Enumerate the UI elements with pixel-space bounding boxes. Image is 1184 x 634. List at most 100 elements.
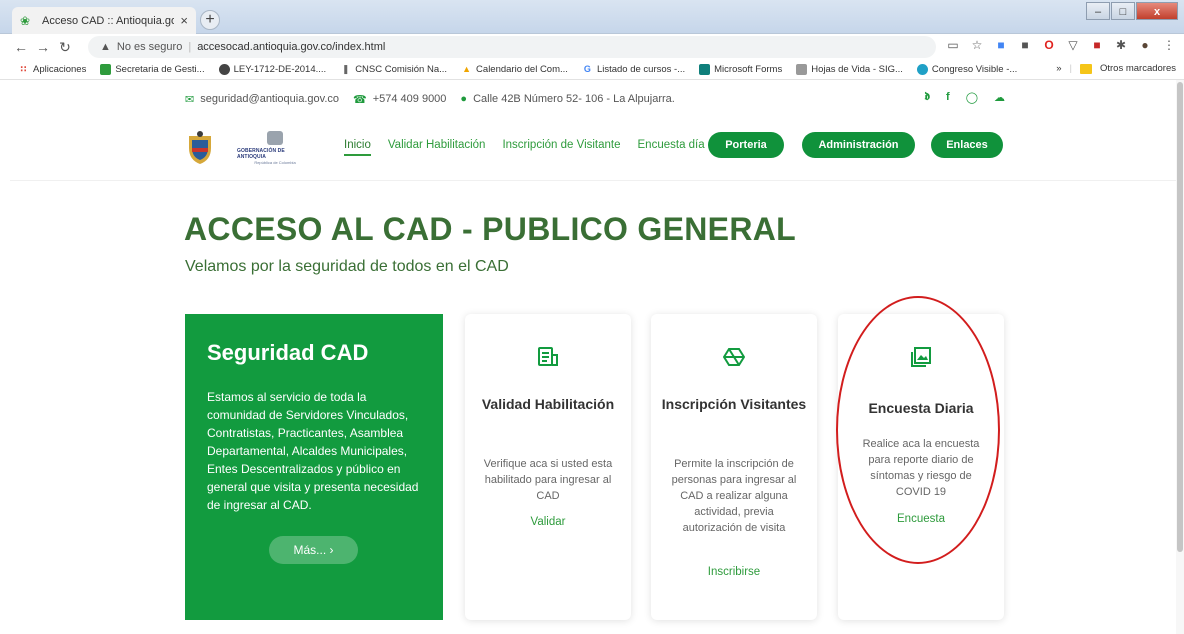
bookmark-label: Microsoft Forms	[714, 64, 783, 75]
mas-button[interactable]: Más... ›	[269, 536, 358, 564]
logo-line1: GOBERNACIÓN DE ANTIOQUIA	[237, 148, 285, 160]
maximize-button[interactable]: □	[1111, 2, 1135, 20]
bookmark-item[interactable]: Hojas de Vida - SIG...	[796, 64, 903, 75]
card-description: Realice aca la encuesta para reporte dia…	[862, 438, 980, 498]
bookmark-item[interactable]: Microsoft Forms	[699, 64, 782, 75]
bookmark-item[interactable]: Congreso Visible -...	[916, 64, 1018, 75]
enlaces-button[interactable]: Enlaces	[931, 132, 1003, 158]
bookmark-label: LEY-1712-DE-2014....	[233, 64, 327, 75]
warning-icon: ▲	[100, 41, 111, 53]
tab-title: Acceso CAD :: Antioquia.gov.co	[42, 14, 175, 27]
nav-validar-habilitacion[interactable]: Validar Habilitación	[388, 139, 486, 156]
envelope-icon: ✉	[185, 93, 195, 106]
gobernacion-antioquia-logo[interactable]: GOBERNACIÓN DE ANTIOQUIA República de Co…	[237, 130, 313, 166]
security-label: No es seguro	[116, 41, 183, 53]
card-title: Inscripción Visitantes	[661, 396, 807, 412]
soundcloud-icon[interactable]: ☁	[994, 91, 1005, 104]
reader-extension-icon[interactable]: ■	[1018, 38, 1032, 52]
map-pin-icon: ●	[460, 93, 468, 105]
header-divider	[10, 180, 1176, 181]
pocket-extension-icon[interactable]: ▽	[1066, 38, 1080, 52]
main-nav: Inicio Validar Habilitación Inscripción …	[344, 139, 722, 156]
encuesta-link[interactable]: Encuesta	[838, 513, 1004, 525]
bookmarks-bar: ∷ Aplicaciones Secretaria de Gesti... LE…	[0, 60, 1184, 80]
nav-encuesta-dia[interactable]: Encuesta día	[638, 139, 705, 156]
contact-email[interactable]: ✉ seguridad@antioquia.gov.co	[185, 93, 339, 106]
bookmark-label: Aplicaciones	[33, 64, 87, 75]
bookmark-star-icon[interactable]: ☆	[970, 38, 984, 52]
bookmark-label: Calendario del Com...	[476, 64, 568, 75]
nav-inscripcion-visitante[interactable]: Inscripción de Visitante	[502, 139, 620, 156]
bookmark-label: CNSC Comisión Na...	[355, 64, 448, 75]
forward-arrow-icon[interactable]: →	[32, 39, 54, 55]
extension-icons: ▭ ☆ ■ ■ O ▽ ■ ✱ ● ⋮	[946, 38, 1176, 52]
close-window-button[interactable]: x	[1136, 2, 1178, 20]
bookmark-item[interactable]: ▲ Calendario del Com...	[461, 64, 568, 75]
contact-phone: ☎ +574 409 9000	[353, 93, 446, 106]
apps-grid-icon: ∷	[20, 64, 27, 74]
address-separator: |	[188, 41, 192, 53]
bookmark-favicon-icon	[100, 64, 112, 75]
opera-extension-icon[interactable]: O	[1042, 38, 1056, 52]
feature-title: Seguridad CAD	[207, 340, 369, 365]
porteria-button[interactable]: Porteria	[708, 132, 784, 158]
inscribirse-link[interactable]: Inscribirse	[651, 566, 817, 578]
reload-icon[interactable]: ↻	[54, 39, 76, 56]
tab-close-icon[interactable]: ×	[180, 13, 188, 28]
phone-text: +574 409 9000	[372, 93, 447, 105]
other-bookmarks-folder[interactable]: Otros marcadores	[1100, 63, 1176, 74]
install-app-icon[interactable]: ▭	[946, 38, 960, 52]
extensions-puzzle-icon[interactable]: ✱	[1114, 38, 1128, 52]
administracion-button[interactable]: Administración	[802, 132, 915, 158]
address-text: Calle 42B Número 52- 106 - La Alpujarra.	[473, 93, 675, 105]
contact-bar: ✉ seguridad@antioquia.gov.co ☎ +574 409 …	[185, 91, 1005, 107]
nav-inicio[interactable]: Inicio	[344, 139, 371, 156]
bookmark-item[interactable]: ∷ Aplicaciones	[18, 64, 86, 75]
twitter-icon[interactable]: 𝖉	[924, 91, 930, 104]
site-favicon-icon: ❀	[20, 13, 31, 28]
bookmark-label: Hojas de Vida - SIG...	[811, 64, 903, 75]
pdf-extension-icon[interactable]: ■	[1090, 38, 1104, 52]
image-gallery-icon	[838, 342, 1004, 372]
google-icon: G	[583, 64, 591, 74]
bookmark-separator: |	[1069, 63, 1072, 74]
folder-icon	[1079, 63, 1092, 74]
feature-text: Estamos al servicio de toda la comunidad…	[207, 390, 419, 512]
globe-icon	[218, 64, 230, 75]
page-subtitle: Velamos por la seguridad de todos en el …	[185, 258, 509, 275]
card-description: Permite la inscripción de personas para …	[671, 458, 797, 534]
phone-icon: ☎	[353, 93, 367, 106]
antioquia-crest-icon	[267, 131, 283, 145]
site-header: GOBERNACIÓN DE ANTIOQUIA República de Co…	[185, 128, 1005, 168]
bookmark-item[interactable]: Secretaria de Gesti...	[100, 64, 205, 75]
bookmark-item[interactable]: G Listado de cursos -...	[582, 64, 685, 75]
more-bookmarks-button[interactable]: »	[1056, 63, 1061, 74]
browser-tab[interactable]: ❀ Acceso CAD :: Antioquia.gov.co ×	[12, 7, 196, 34]
bookmark-favicon-icon: ❚	[341, 64, 350, 74]
bookmark-label: Congreso Visible -...	[931, 64, 1018, 75]
card-title: Validad Habilitación	[481, 396, 615, 412]
seguridad-cad-panel: Seguridad CAD Estamos al servicio de tod…	[185, 314, 443, 620]
contact-address: ● Calle 42B Número 52- 106 - La Alpujarr…	[460, 93, 674, 105]
minimize-button[interactable]: –	[1086, 2, 1110, 20]
toolbar: ← → ↻ ▲ No es seguro | accesocad.antioqu…	[0, 34, 1184, 60]
translate-extension-icon[interactable]: ■	[994, 38, 1008, 52]
card-encuesta-diaria: Encuesta Diaria Realice aca la encuesta …	[838, 314, 1004, 620]
menu-kebab-icon[interactable]: ⋮	[1162, 38, 1176, 52]
back-arrow-icon[interactable]: ←	[10, 39, 32, 55]
new-tab-button[interactable]: +	[200, 10, 220, 30]
document-icon	[465, 342, 631, 372]
facebook-icon[interactable]: f	[946, 91, 950, 104]
address-bar[interactable]: ▲ No es seguro | accesocad.antioquia.gov…	[88, 36, 936, 58]
scrollbar-thumb[interactable]	[1177, 82, 1183, 552]
bookmark-item[interactable]: LEY-1712-DE-2014....	[218, 64, 327, 75]
validar-link[interactable]: Validar	[465, 516, 631, 528]
bookmark-favicon-icon	[796, 64, 808, 75]
logo-line2: República de Colombia	[254, 160, 296, 165]
colombia-coat-of-arms-logo[interactable]	[185, 130, 215, 166]
profile-avatar-icon[interactable]: ●	[1138, 38, 1152, 52]
card-title: Encuesta Diaria	[868, 400, 974, 416]
social-links: 𝖉 f ◯ ☁	[924, 91, 1005, 104]
instagram-icon[interactable]: ◯	[966, 91, 978, 104]
bookmark-item[interactable]: ❚ CNSC Comisión Na...	[340, 64, 447, 75]
